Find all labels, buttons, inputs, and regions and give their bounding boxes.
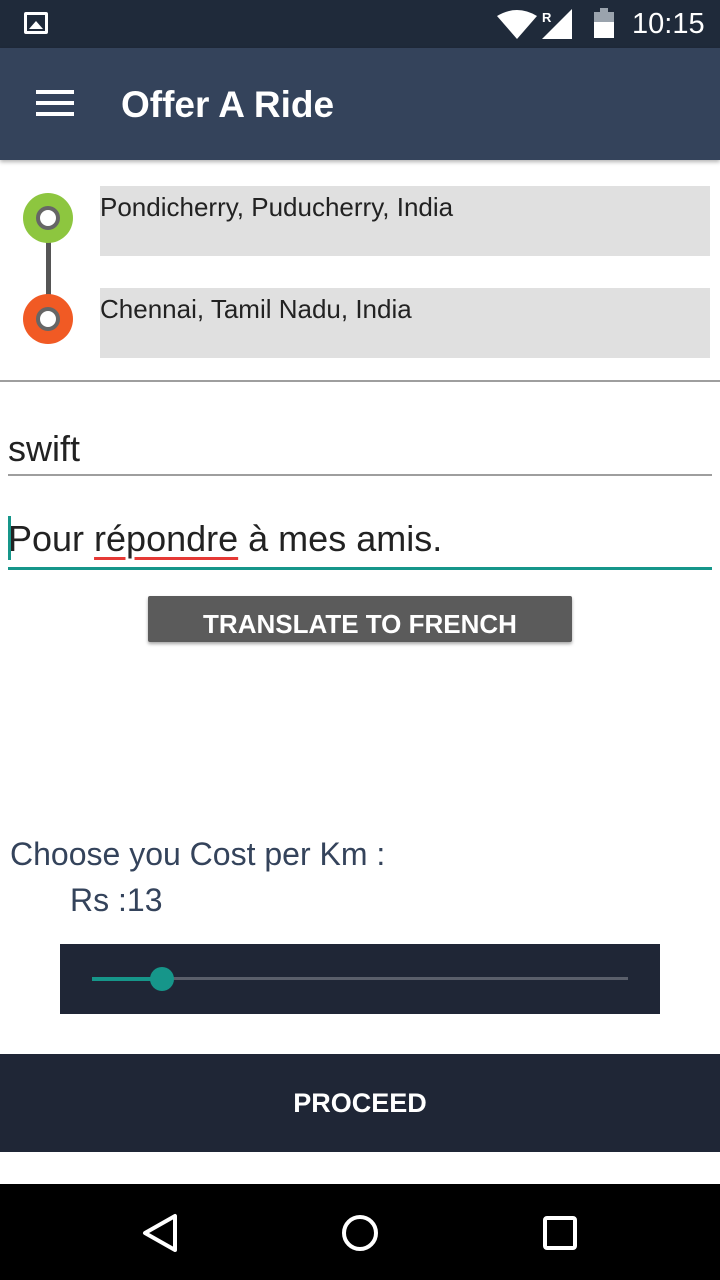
status-bar: R 10:15 xyxy=(0,0,720,48)
destination-location-field[interactable]: Chennai, Tamil Nadu, India xyxy=(100,288,710,358)
battery-icon xyxy=(594,8,614,38)
cost-per-km-value: Rs :13 xyxy=(70,882,163,918)
app-bar: Offer A Ride xyxy=(0,48,720,160)
message-input[interactable]: Pour répondre à mes amis. xyxy=(8,516,712,570)
recents-icon[interactable] xyxy=(535,1208,585,1258)
navigation-bar xyxy=(0,1184,720,1280)
status-time: 10:15 xyxy=(632,8,705,40)
roaming-indicator: R xyxy=(542,10,552,25)
misspelled-word: répondre xyxy=(94,518,239,559)
car-model-value: swift xyxy=(8,428,80,469)
text-cursor xyxy=(8,516,11,560)
hamburger-menu-icon[interactable] xyxy=(36,88,76,118)
back-icon[interactable] xyxy=(135,1208,185,1258)
wifi-icon xyxy=(497,10,537,39)
origin-pin-icon xyxy=(23,193,73,243)
proceed-button[interactable]: PROCEED xyxy=(0,1054,720,1152)
gallery-icon xyxy=(24,12,48,34)
translate-to-french-button[interactable]: TRANSLATE TO FRENCH xyxy=(148,596,572,642)
destination-pin-icon xyxy=(23,294,73,344)
cost-slider-thumb[interactable] xyxy=(149,967,174,991)
signal-roaming-icon: R xyxy=(542,9,572,39)
message-text-prefix: Pour xyxy=(8,518,95,559)
cost-per-km-label: Choose you Cost per Km : xyxy=(10,836,386,872)
page-title: Offer A Ride xyxy=(121,84,335,125)
section-divider xyxy=(0,380,720,382)
home-icon[interactable] xyxy=(335,1208,385,1258)
car-model-input[interactable]: swift xyxy=(8,428,712,476)
message-text-suffix: à mes amis. xyxy=(238,518,443,559)
origin-location-field[interactable]: Pondicherry, Puducherry, India xyxy=(100,186,710,256)
